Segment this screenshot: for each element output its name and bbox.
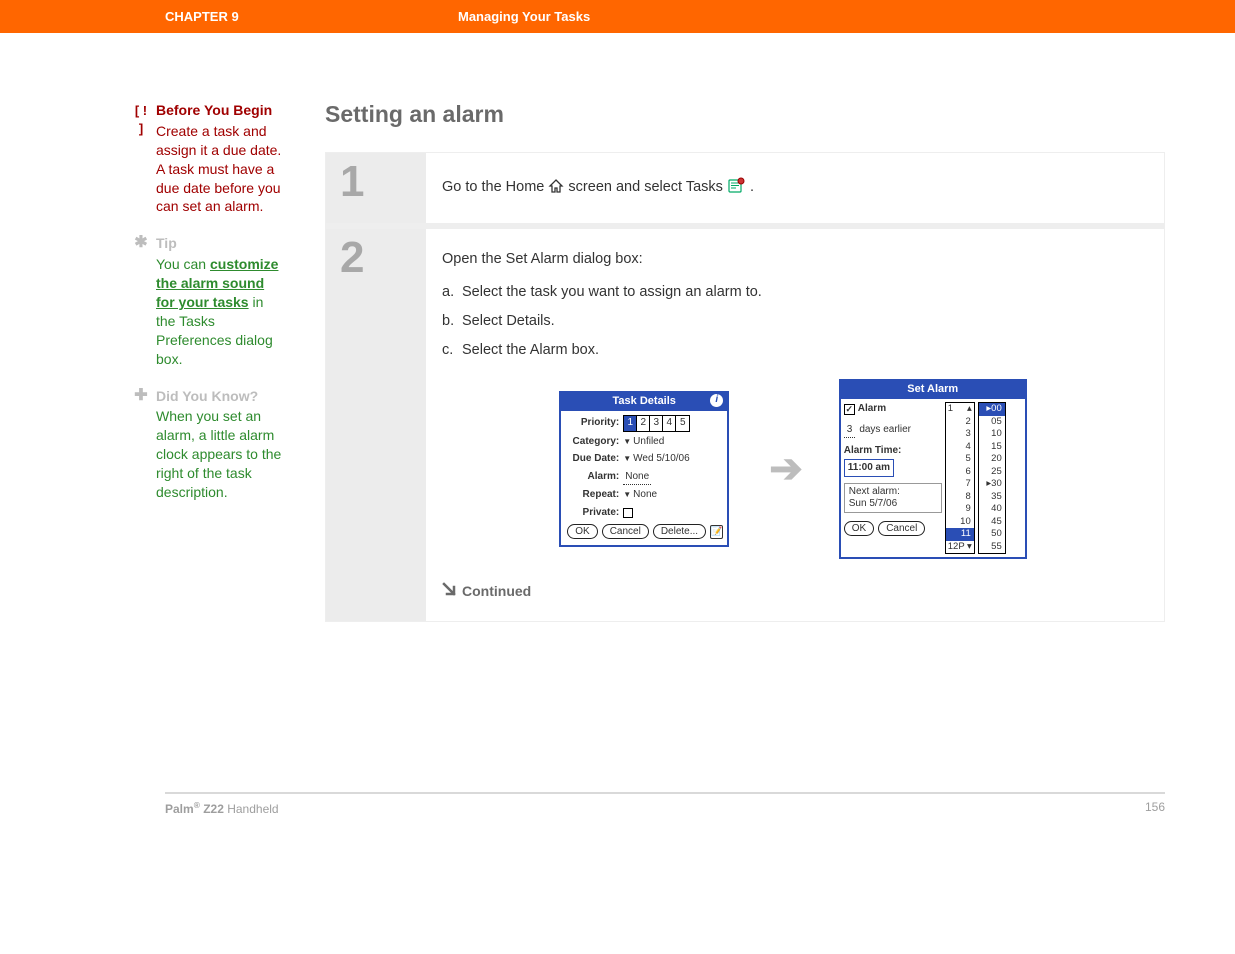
- alarm-row[interactable]: Alarm: None: [567, 470, 721, 486]
- alarm-checkbox-row[interactable]: ✓ Alarm: [844, 402, 942, 417]
- alert-icon: [ ! ]: [132, 101, 150, 216]
- main-content: Setting an alarm 1 Go to the Home screen…: [295, 101, 1235, 622]
- dropdown-icon: ▼: [623, 489, 631, 501]
- note-icon[interactable]: 📝: [710, 525, 723, 539]
- asterisk-icon: ✱: [132, 234, 150, 368]
- step-1-number: 1: [326, 153, 426, 207]
- did-you-know-box: ✚ Did You Know? When you set an alarm, a…: [132, 387, 283, 502]
- home-icon: [548, 179, 564, 201]
- next-alarm-box: Next alarm: Sun 5/7/06: [844, 483, 942, 513]
- up-arrow-icon[interactable]: ▴: [967, 403, 972, 416]
- due-date-row[interactable]: Due Date: ▼ Wed 5/10/06: [567, 452, 721, 467]
- task-details-dialog: Task Details i Priority: 1 2: [559, 391, 729, 547]
- alarm-time-field[interactable]: 11:00 am: [844, 459, 894, 478]
- tip-title: Tip: [156, 234, 283, 253]
- section-title: Setting an alarm: [325, 101, 1165, 128]
- page-number: 156: [1145, 800, 1165, 816]
- substep-b: b.Select Details.: [442, 311, 1144, 332]
- tip-text: You can customize the alarm sound for yo…: [156, 255, 283, 368]
- set-alarm-title: Set Alarm: [841, 381, 1025, 399]
- continued-indicator: Continued: [442, 581, 1144, 601]
- ok-button[interactable]: OK: [567, 524, 597, 539]
- step-1-text-mid: screen and select Tasks: [568, 179, 727, 195]
- did-you-know-text: When you set an alarm, a little alarm cl…: [156, 407, 283, 501]
- before-you-begin-title: Before You Begin: [156, 101, 283, 120]
- priority-selector[interactable]: 1 2 3 4 5: [623, 415, 690, 432]
- step-1-text-pre: Go to the Home: [442, 179, 548, 195]
- private-row[interactable]: Private:: [567, 506, 721, 521]
- cancel-button[interactable]: Cancel: [878, 521, 925, 536]
- dropdown-icon: ▼: [623, 436, 631, 448]
- repeat-row[interactable]: Repeat: ▼ None: [567, 488, 721, 503]
- dropdown-icon: ▼: [623, 453, 631, 465]
- dialog-illustration: Task Details i Priority: 1 2: [442, 379, 1144, 559]
- down-arrow-icon[interactable]: ▾: [967, 541, 972, 554]
- step-2: 2 Open the Set Alarm dialog box: a.Selec…: [326, 229, 1164, 621]
- sidebar: [ ! ] Before You Begin Create a task and…: [0, 101, 295, 622]
- tip-box: ✱ Tip You can customize the alarm sound …: [132, 234, 283, 368]
- alarm-time-label: Alarm Time:: [844, 444, 942, 459]
- arrow-right-icon: ➔: [769, 440, 799, 498]
- substep-c: c.Select the Alarm box.: [442, 340, 1144, 361]
- product-name: Palm® Z22 Handheld: [165, 800, 279, 816]
- before-you-begin-text: Create a task and assign it a due date. …: [156, 122, 283, 216]
- step-1-text-post: .: [750, 179, 754, 195]
- page-footer: Palm® Z22 Handheld 156: [165, 792, 1165, 816]
- task-details-title: Task Details i: [561, 393, 727, 411]
- did-you-know-title: Did You Know?: [156, 387, 283, 406]
- minute-picker[interactable]: ▸00 05 10 15 20 25 ▸30 35 40 45: [978, 402, 1006, 554]
- continued-arrow-icon: [442, 581, 456, 601]
- tasks-app-icon: [727, 177, 746, 201]
- alarm-checkbox[interactable]: ✓: [844, 404, 855, 415]
- cancel-button[interactable]: Cancel: [602, 524, 649, 539]
- steps-container: 1 Go to the Home screen and select Tasks…: [325, 152, 1165, 622]
- plus-icon: ✚: [132, 387, 150, 502]
- chapter-number: CHAPTER 9: [165, 9, 458, 24]
- step-2-intro: Open the Set Alarm dialog box:: [442, 249, 1144, 270]
- tip-text-pre: You can: [156, 256, 210, 272]
- days-earlier-row[interactable]: 3 days earlier: [844, 423, 942, 439]
- info-icon[interactable]: i: [710, 394, 723, 407]
- hour-picker[interactable]: 1▴ 2 3 4 5 6 7 8 9 10: [945, 402, 975, 554]
- chapter-header: CHAPTER 9 Managing Your Tasks: [0, 0, 1235, 33]
- ok-button[interactable]: OK: [844, 521, 874, 536]
- category-row[interactable]: Category: ▼ Unfiled: [567, 435, 721, 450]
- substep-a: a.Select the task you want to assign an …: [442, 282, 1144, 303]
- step-2-body: Open the Set Alarm dialog box: a.Select …: [426, 229, 1164, 621]
- before-you-begin-box: [ ! ] Before You Begin Create a task and…: [132, 101, 283, 216]
- chapter-title: Managing Your Tasks: [458, 9, 590, 24]
- step-1: 1 Go to the Home screen and select Tasks…: [326, 153, 1164, 229]
- step-2-number: 2: [326, 229, 426, 283]
- set-alarm-dialog: Set Alarm ✓ Alarm 3 days earlie: [839, 379, 1027, 559]
- step-1-body: Go to the Home screen and select Tasks .: [426, 153, 1164, 223]
- private-checkbox[interactable]: [623, 508, 633, 518]
- priority-row: Priority: 1 2 3 4 5: [567, 415, 721, 432]
- delete-button[interactable]: Delete...: [653, 524, 706, 539]
